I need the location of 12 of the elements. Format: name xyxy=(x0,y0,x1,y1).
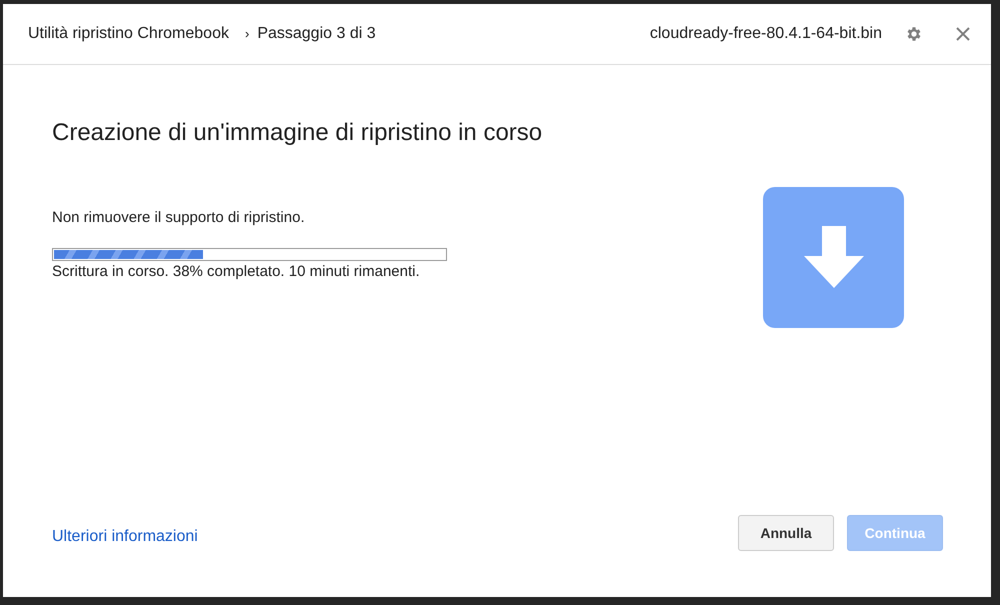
progress-status: Scrittura in corso. 38% completato. 10 minuti rimanenti. xyxy=(52,262,421,282)
close-icon[interactable] xyxy=(955,26,971,42)
breadcrumb-separator: › xyxy=(244,25,250,44)
warning-text: Non rimuovere il supporto di ripristino. xyxy=(52,208,306,228)
app-title: Utilità ripristino Chromebook xyxy=(28,24,229,44)
page-heading: Creazione di un'immagine di ripristino in corso xyxy=(52,118,544,148)
step-label: Passaggio 3 di 3 xyxy=(257,24,376,44)
file-name: cloudready-free-80.4.1-64-bit.bin xyxy=(650,24,882,44)
more-info-link[interactable]: Ulteriori informazioni xyxy=(52,525,198,549)
cancel-button[interactable]: Annulla xyxy=(738,515,834,551)
settings-icon[interactable] xyxy=(905,25,923,43)
download-icon xyxy=(763,187,904,328)
